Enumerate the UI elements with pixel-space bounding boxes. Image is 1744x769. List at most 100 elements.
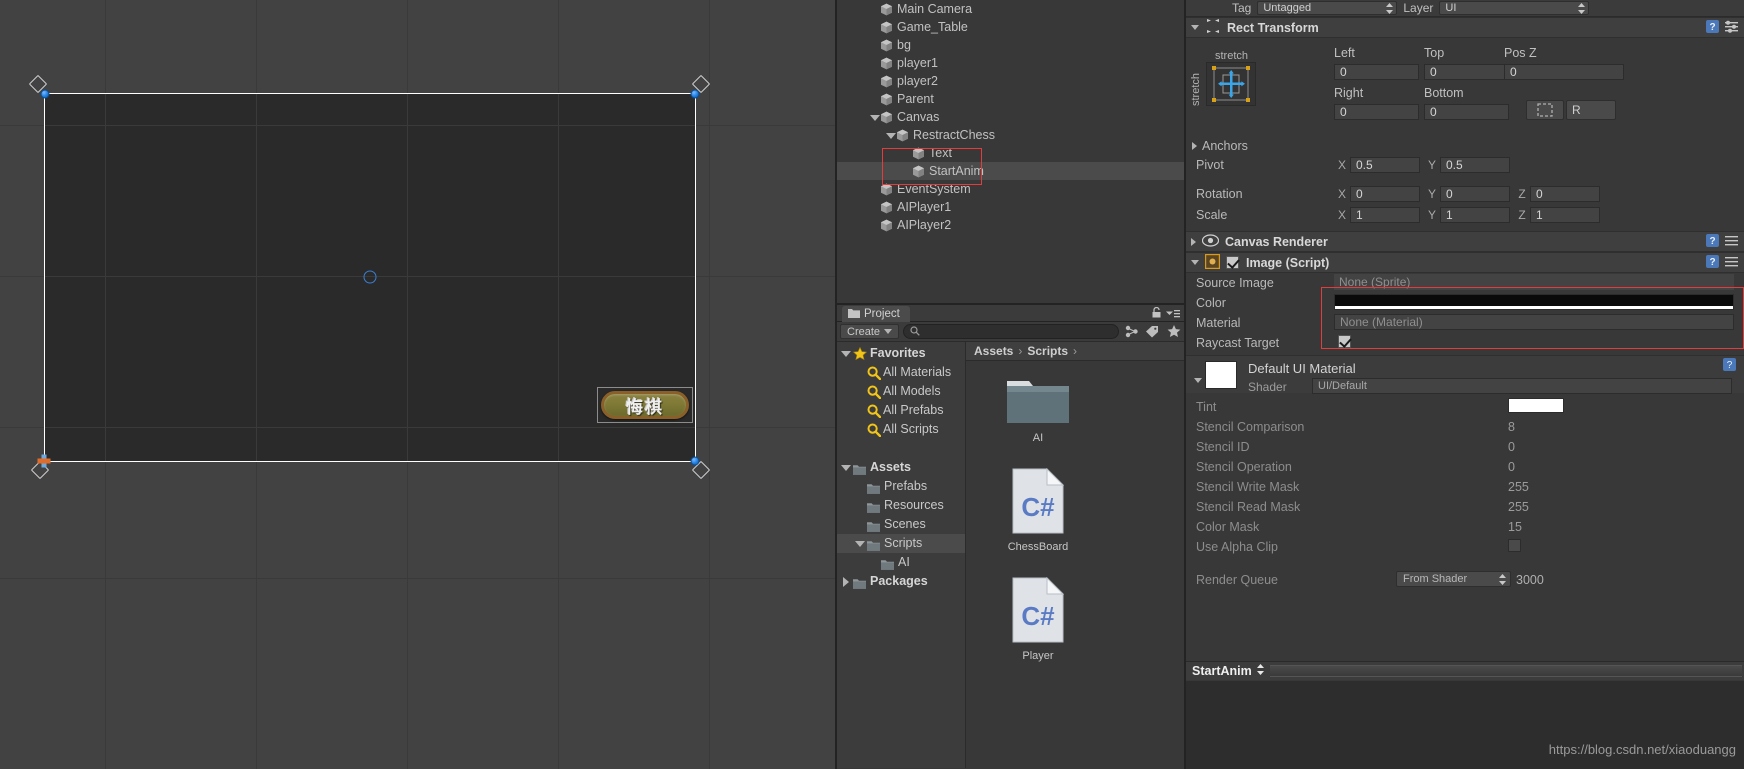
image-script-header[interactable]: Image (Script) ? (1186, 252, 1744, 273)
anchor-preset-button[interactable] (1206, 62, 1256, 106)
hierarchy-panel[interactable]: Main Camera Game_Table bg player1 player2 Par… (836, 0, 1186, 305)
project-content-area[interactable]: Assets › Scripts › AI C# ChessBoard C# Player (966, 342, 1186, 768)
hierarchy-item-canvas[interactable]: Canvas (836, 108, 1186, 126)
material-row-use-alpha-clip[interactable]: Use Alpha Clip (1186, 537, 1744, 557)
project-tree-item-all-prefabs[interactable]: All Prefabs (836, 401, 965, 420)
tag-layer-bar[interactable]: Tag Untagged Layer UI (1186, 0, 1744, 17)
hierarchy-list[interactable]: Main Camera Game_Table bg player1 player2 Par… (836, 0, 1186, 234)
right-field[interactable]: 0 (1334, 104, 1419, 120)
foldout-open-icon[interactable] (854, 538, 865, 549)
pivot-row[interactable]: Pivot X 0.5 Y 0.5 (1186, 156, 1744, 176)
preset-icon[interactable] (1725, 20, 1738, 36)
material-row-value[interactable]: 255 (1508, 500, 1529, 514)
material-tint-color-swatch[interactable] (1508, 398, 1564, 413)
project-tree-item-all-models[interactable]: All Models (836, 382, 965, 401)
help-icon[interactable]: ? (1706, 19, 1719, 36)
material-row-stencil-comparison[interactable]: Stencil Comparison 8 (1186, 417, 1744, 437)
resize-handle-top-left[interactable] (40, 89, 50, 99)
foldout-closed-icon[interactable] (1191, 237, 1196, 246)
create-button[interactable]: Create (840, 324, 900, 339)
foldout-open-icon[interactable] (1191, 260, 1199, 265)
component-header-actions[interactable]: ? (1706, 254, 1738, 271)
foldout-open-icon[interactable] (840, 462, 851, 473)
project-panel[interactable]: Project Create Favorites All Materials A… (836, 305, 1186, 769)
breadcrumb-item[interactable]: Scripts (1027, 344, 1068, 358)
project-tree-item-prefabs[interactable]: Prefabs (836, 477, 965, 496)
splitter-scene-hierarchy[interactable] (835, 0, 837, 769)
center-pivot-icon[interactable] (363, 270, 377, 284)
animation-timeline-track[interactable] (1269, 665, 1742, 677)
foldout-open-icon[interactable] (1194, 378, 1202, 383)
resize-handle-top-right[interactable] (690, 89, 700, 99)
favorites-star-icon[interactable] (1165, 324, 1182, 340)
top-field[interactable]: 0 (1424, 64, 1509, 80)
project-tree-item-favorites[interactable]: Favorites (836, 344, 965, 363)
render-queue-value[interactable]: 3000 (1516, 573, 1544, 587)
animation-preview-bar[interactable]: StartAnim (1186, 661, 1744, 680)
layer-dropdown[interactable]: UI (1439, 1, 1590, 15)
material-row-tint[interactable]: Tint (1186, 397, 1744, 417)
foldout-closed-icon[interactable] (840, 576, 851, 587)
help-icon[interactable]: ? (1723, 358, 1736, 374)
foldout-closed-icon[interactable] (1192, 142, 1197, 150)
rotation-z-field[interactable]: 0 (1530, 186, 1600, 202)
raw-edit-button[interactable]: R (1566, 100, 1616, 120)
hierarchy-item-parent[interactable]: Parent (836, 90, 1186, 108)
scale-z-field[interactable]: 1 (1530, 207, 1600, 223)
material-row-stencil-write-mask[interactable]: Stencil Write Mask 255 (1186, 477, 1744, 497)
material-row-stencil-id[interactable]: Stencil ID 0 (1186, 437, 1744, 457)
filter-label-icon[interactable] (1144, 324, 1161, 340)
component-header-actions[interactable]: ? (1706, 233, 1738, 250)
render-queue-source-dropdown[interactable]: From Shader (1396, 571, 1511, 587)
shader-dropdown[interactable]: UI/Default (1312, 378, 1732, 394)
rotation-x-field[interactable]: 0 (1350, 186, 1420, 202)
menu-icon[interactable] (1166, 307, 1180, 321)
project-tree-item-all-materials[interactable]: All Materials (836, 363, 965, 382)
filter-type-icon[interactable] (1123, 324, 1140, 340)
hierarchy-item-bg[interactable]: bg (836, 36, 1186, 54)
inspector-panel[interactable]: Tag Untagged Layer UI Rect Transform ? s… (1186, 0, 1744, 769)
scale-x-field[interactable]: 1 (1350, 207, 1420, 223)
canvas-renderer-header[interactable]: Canvas Renderer ? (1186, 231, 1744, 252)
material-row-color-mask[interactable]: Color Mask 15 (1186, 517, 1744, 537)
breadcrumb-item[interactable]: Assets (974, 344, 1013, 358)
project-tree-item-resources[interactable]: Resources (836, 496, 965, 515)
project-folder-tree[interactable]: Favorites All Materials All Models All Pref… (836, 342, 966, 768)
render-queue-row[interactable]: Render Queue From Shader 3000 (1186, 571, 1744, 593)
foldout-open-icon[interactable] (840, 348, 851, 359)
project-tree-item-all-scripts[interactable]: All Scripts (836, 420, 965, 439)
resize-handle-bottom-right[interactable] (690, 456, 700, 466)
material-row-value[interactable]: 0 (1508, 460, 1515, 474)
left-field[interactable]: 0 (1334, 64, 1419, 80)
hierarchy-item-aiplayer2[interactable]: AIPlayer2 (836, 216, 1186, 234)
foldout-open-icon[interactable] (869, 112, 880, 123)
project-tree-item-packages[interactable]: Packages (836, 572, 965, 591)
hierarchy-item-aiplayer1[interactable]: AIPlayer1 (836, 198, 1186, 216)
splitter-hierarchy-project[interactable] (836, 303, 1186, 305)
asset-item-ai[interactable]: AI (1002, 373, 1074, 444)
hierarchy-item-restractchess[interactable]: RestractChess (836, 126, 1186, 144)
breadcrumb[interactable]: Assets › Scripts › (966, 342, 1186, 361)
help-icon[interactable]: ? (1706, 254, 1719, 271)
material-preview-header[interactable]: Default UI Material Shader UI/Default ? (1186, 355, 1744, 394)
image-enabled-checkbox[interactable] (1226, 256, 1239, 269)
hierarchy-item-main-camera[interactable]: Main Camera (836, 0, 1186, 18)
scene-view[interactable]: 悔棋 (0, 0, 836, 769)
project-toolbar[interactable]: Create (836, 322, 1186, 342)
project-search-input[interactable] (924, 325, 1112, 338)
help-icon[interactable]: ? (1706, 233, 1719, 250)
hierarchy-item-player1[interactable]: player1 (836, 54, 1186, 72)
material-row-stencil-operation[interactable]: Stencil Operation 0 (1186, 457, 1744, 477)
project-tree-item-ai[interactable]: AI (836, 553, 965, 572)
component-header-actions[interactable]: ? (1706, 19, 1738, 36)
blueprint-mode-button[interactable] (1526, 100, 1564, 120)
asset-grid[interactable]: AI C# ChessBoard C# Player (966, 361, 1176, 662)
preset-icon[interactable] (1725, 255, 1738, 271)
rotation-y-field[interactable]: 0 (1440, 186, 1510, 202)
material-properties-list[interactable]: Tint Stencil Comparison 8 Stencil ID 0 Stenci… (1186, 393, 1744, 557)
rect-transform-header[interactable]: Rect Transform ? (1186, 17, 1744, 38)
tag-dropdown[interactable]: Untagged (1257, 1, 1398, 15)
project-tree-item-scripts[interactable]: Scripts (836, 534, 965, 553)
posz-field[interactable]: 0 (1504, 64, 1624, 80)
material-row-value[interactable]: 8 (1508, 420, 1515, 434)
